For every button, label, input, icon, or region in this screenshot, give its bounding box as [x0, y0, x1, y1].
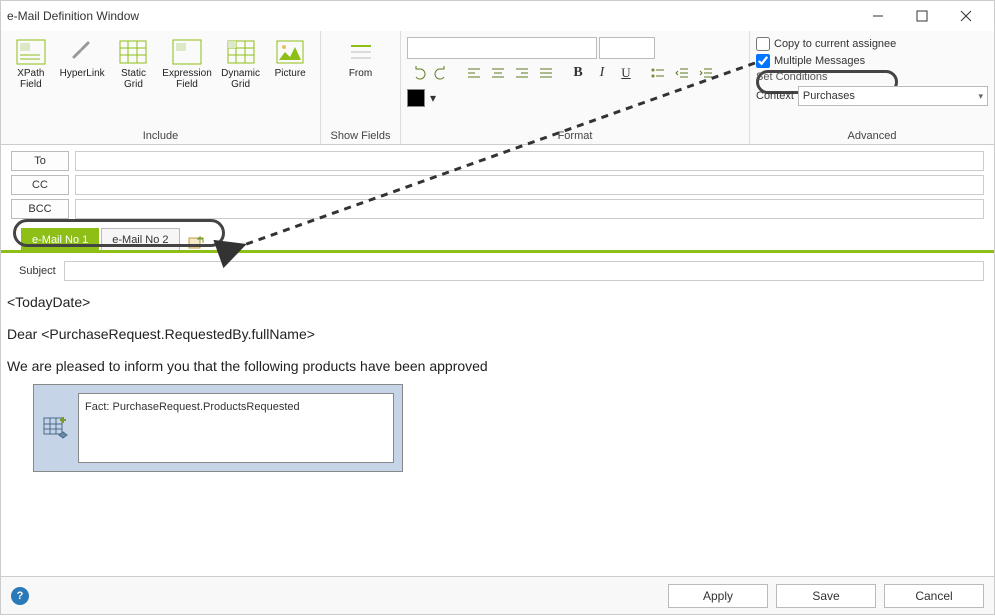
picture-button[interactable]: Picture	[266, 35, 314, 93]
outdent-button[interactable]	[671, 62, 693, 84]
apply-button[interactable]: Apply	[668, 584, 768, 608]
align-center-button[interactable]	[487, 62, 509, 84]
footer: ? Apply Save Cancel	[1, 576, 994, 614]
underline-button[interactable]: U	[615, 62, 637, 84]
hyperlink-button[interactable]: HyperLink	[57, 35, 108, 93]
cc-button[interactable]: CC	[11, 175, 69, 195]
context-label: Context	[756, 90, 794, 102]
grid-icon	[42, 393, 70, 463]
body-line: We are pleased to inform you that the fo…	[7, 355, 988, 379]
grid-fact-label: Fact: PurchaseRequest.ProductsRequested	[78, 393, 394, 463]
help-button[interactable]: ?	[11, 587, 29, 605]
tab-email-1[interactable]: e-Mail No 1	[21, 228, 99, 250]
minimize-button[interactable]	[856, 2, 900, 30]
include-group-label: Include	[1, 130, 320, 144]
static-grid-button[interactable]: StaticGrid	[110, 35, 158, 93]
dynamic-grid-block[interactable]: Fact: PurchaseRequest.ProductsRequested	[33, 384, 403, 472]
advanced-group-label: Advanced	[750, 130, 994, 144]
context-select[interactable]: Purchases ▾	[798, 86, 988, 106]
chevron-down-icon: ▾	[978, 91, 983, 102]
copy-assignee-label: Copy to current assignee	[774, 38, 896, 50]
bold-button[interactable]: B	[567, 62, 589, 84]
copy-assignee-checkbox[interactable]	[756, 37, 770, 51]
to-input[interactable]	[75, 151, 984, 171]
bcc-button[interactable]: BCC	[11, 199, 69, 219]
xpath-field-button[interactable]: XPathField	[7, 35, 55, 93]
undo-button[interactable]	[407, 62, 429, 84]
font-size-select[interactable]	[599, 37, 655, 59]
subject-label: Subject	[19, 265, 56, 277]
bullets-button[interactable]	[647, 62, 669, 84]
redo-button[interactable]	[431, 62, 453, 84]
cancel-button[interactable]: Cancel	[884, 584, 984, 608]
cc-input[interactable]	[75, 175, 984, 195]
italic-button[interactable]: I	[591, 62, 613, 84]
indent-button[interactable]	[695, 62, 717, 84]
add-tab-button[interactable]	[182, 236, 210, 250]
titlebar: e-Mail Definition Window	[1, 1, 994, 31]
show-fields-label: Show Fields	[321, 130, 400, 144]
maximize-button[interactable]	[900, 2, 944, 30]
multiple-messages-label: Multiple Messages	[774, 55, 865, 67]
save-button[interactable]: Save	[776, 584, 876, 608]
align-left-button[interactable]	[463, 62, 485, 84]
window-title: e-Mail Definition Window	[7, 9, 856, 23]
set-conditions-link[interactable]: Set Conditions	[756, 71, 828, 83]
bcc-input[interactable]	[75, 199, 984, 219]
color-dropdown-button[interactable]: ▾	[427, 87, 439, 109]
email-tabs: e-Mail No 1 e-Mail No 2	[1, 223, 994, 253]
align-right-button[interactable]	[511, 62, 533, 84]
subject-input[interactable]	[64, 261, 984, 281]
from-button[interactable]: From	[331, 35, 391, 82]
body-line: Dear <PurchaseRequest.RequestedBy.fullNa…	[7, 323, 988, 347]
multiple-messages-checkbox[interactable]	[756, 54, 770, 68]
expression-field-button[interactable]: ExpressionField	[159, 35, 214, 93]
close-button[interactable]	[944, 2, 988, 30]
email-body-editor[interactable]: <TodayDate> Dear <PurchaseRequest.Reques…	[1, 281, 994, 525]
format-group-label: Format	[401, 130, 749, 144]
color-swatch[interactable]	[407, 89, 425, 107]
ribbon: XPathField HyperLink StaticGrid Expressi…	[1, 31, 994, 145]
align-justify-button[interactable]	[535, 62, 557, 84]
tab-email-2[interactable]: e-Mail No 2	[101, 228, 179, 250]
font-name-select[interactable]	[407, 37, 597, 59]
body-line: <TodayDate>	[7, 291, 988, 315]
to-button[interactable]: To	[11, 151, 69, 171]
dynamic-grid-button[interactable]: DynamicGrid	[217, 35, 265, 93]
